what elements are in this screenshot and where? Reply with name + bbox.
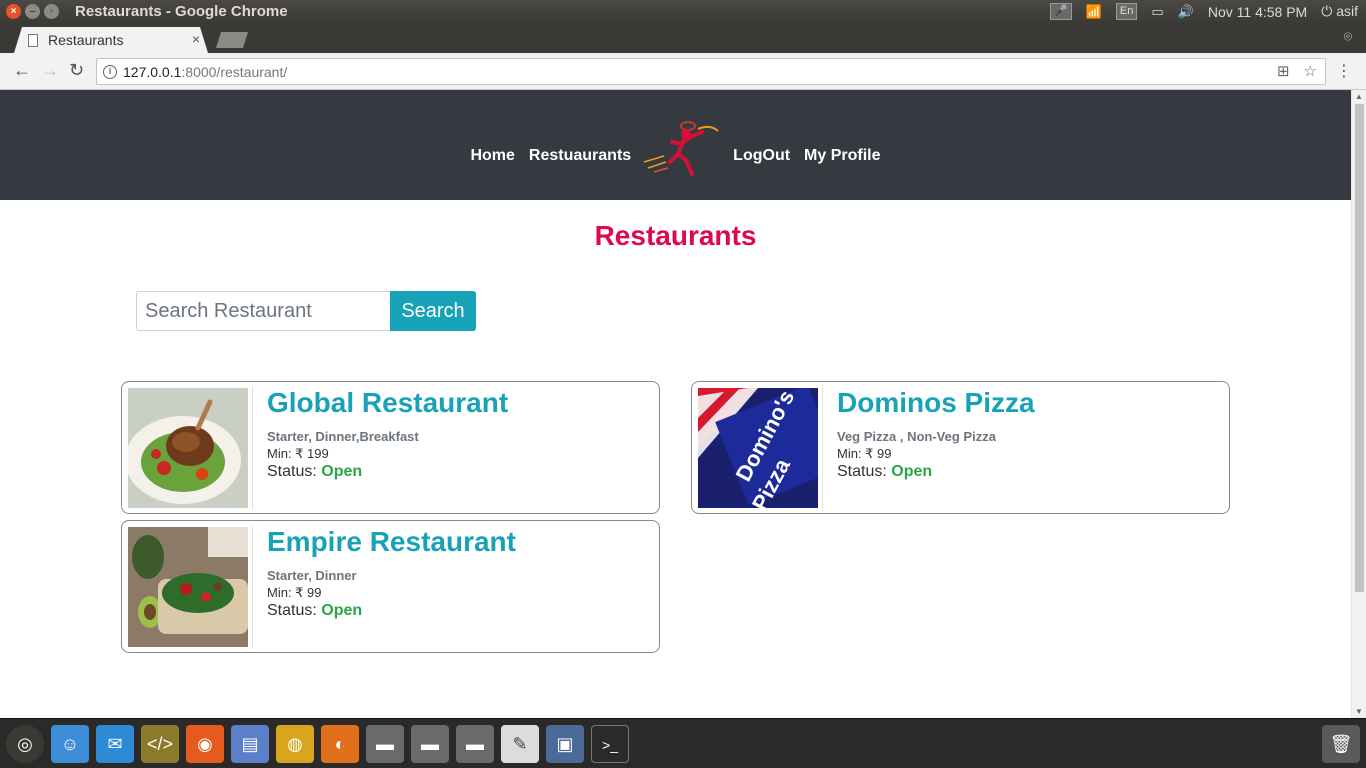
card-divider <box>252 525 253 649</box>
card-divider <box>822 386 823 510</box>
power-icon: ⏻ <box>1321 3 1333 19</box>
code-editor-icon[interactable]: </> <box>141 725 179 763</box>
software-center-icon[interactable]: ◉ <box>186 725 224 763</box>
restaurant-card[interactable]: Domino's Pizza Dominos Pizza Veg Pizza ,… <box>691 381 1230 514</box>
drive-icon[interactable]: ▬ <box>366 725 404 763</box>
restaurant-card[interactable]: Empire Restaurant Starter, Dinner Min: ₹… <box>121 520 660 653</box>
restaurant-categories: Veg Pizza , Non-Veg Pizza <box>837 429 996 444</box>
back-icon[interactable]: ← <box>13 60 31 81</box>
reload-icon[interactable]: ↻ <box>69 60 84 81</box>
tab-close-icon[interactable]: × <box>192 31 200 47</box>
search-input[interactable] <box>136 291 390 331</box>
restaurant-name[interactable]: Global Restaurant <box>267 386 508 420</box>
page-viewport: Home Restuaurants LogOut My Profile Rest… <box>0 90 1366 718</box>
status-label: Status: <box>267 463 317 480</box>
window-title: Restaurants - Google Chrome <box>75 3 288 20</box>
status-label: Status: <box>837 463 887 480</box>
site-header: Home Restuaurants LogOut My Profile <box>0 90 1351 200</box>
status-badge: Open <box>891 463 933 480</box>
window-maximize-button[interactable]: ▫ <box>44 4 59 19</box>
restaurant-info: Global Restaurant Starter, Dinner,Breakf… <box>267 386 508 481</box>
incognito-icon: ⌾ <box>1343 28 1352 44</box>
screenshot-icon[interactable]: ▣ <box>546 725 584 763</box>
browser-toolbar: ← → ↻ i 127.0.0.1:8000/restaurant/ ⊞ ☆ ⋮ <box>0 53 1366 90</box>
battery-icon[interactable]: ▭ <box>1151 4 1163 20</box>
tab-restaurants[interactable]: Restaurants × <box>14 27 208 53</box>
text-editor-icon[interactable]: ✎ <box>501 725 539 763</box>
microphone-icon[interactable]: 🎤 <box>1050 3 1072 20</box>
scroll-up-icon[interactable]: ▲ <box>1355 92 1363 101</box>
window-minimize-button[interactable]: – <box>25 4 40 19</box>
keyboard-layout[interactable]: En <box>1115 3 1138 20</box>
window-close-button[interactable]: × <box>6 4 21 19</box>
restaurant-min-order: Min: ₹ 99 <box>837 446 892 461</box>
search-form: Search <box>136 291 476 331</box>
firefox-icon[interactable]: ◐ <box>321 725 359 763</box>
scrollbar-thumb[interactable] <box>1355 104 1364 592</box>
scroll-down-icon[interactable]: ▼ <box>1355 707 1363 716</box>
nav-home-link[interactable]: Home <box>470 147 514 165</box>
chrome-menu-icon[interactable]: ⋮ <box>1336 61 1352 81</box>
restaurant-name[interactable]: Empire Restaurant <box>267 525 516 559</box>
volume-icon[interactable]: 🔊 <box>1178 4 1194 20</box>
trash-icon[interactable]: 🗑 <box>1322 725 1360 763</box>
restaurant-name[interactable]: Dominos Pizza <box>837 386 1035 420</box>
status-badge: Open <box>321 463 363 480</box>
new-tab-button[interactable] <box>216 32 248 48</box>
nav-restaurants-link[interactable]: Restuaurants <box>529 147 631 165</box>
bookmark-star-icon[interactable]: ☆ <box>1304 62 1317 80</box>
restaurant-image[interactable] <box>128 388 248 508</box>
clock[interactable]: Nov 11 4:58 PM <box>1208 4 1307 20</box>
omnibox-actions: ⊞ ☆ <box>1277 62 1317 80</box>
address-bar[interactable]: i 127.0.0.1:8000/restaurant/ ⊞ ☆ <box>96 58 1326 85</box>
finder-icon[interactable]: ☺ <box>51 725 89 763</box>
delivery-runner-logo-icon[interactable] <box>642 114 722 178</box>
url-path: :8000/restaurant/ <box>181 63 288 80</box>
status-badge: Open <box>321 602 363 619</box>
window-controls: × – ▫ <box>6 4 59 19</box>
translate-icon[interactable]: ⊞ <box>1277 62 1290 80</box>
drive-icon[interactable]: ▬ <box>411 725 449 763</box>
restaurant-categories: Starter, Dinner,Breakfast <box>267 429 419 444</box>
system-indicators: 🎤 📶 En ▭ 🔊 Nov 11 4:58 PM ⏻ asif <box>1050 3 1358 20</box>
user-name: asif <box>1336 3 1358 19</box>
restaurant-info: Dominos Pizza Veg Pizza , Non-Veg Pizza … <box>837 386 1035 481</box>
restaurant-card[interactable]: Global Restaurant Starter, Dinner,Breakf… <box>121 381 660 514</box>
tab-strip: Restaurants × ⌾ <box>0 24 1366 53</box>
mail-icon[interactable]: ✉ <box>96 725 134 763</box>
drive-icon[interactable]: ▬ <box>456 725 494 763</box>
restaurant-image[interactable] <box>128 527 248 647</box>
restaurant-image[interactable]: Domino's Pizza <box>698 388 818 508</box>
restaurant-info: Empire Restaurant Starter, Dinner Min: ₹… <box>267 525 516 620</box>
chrome-icon[interactable]: ◍ <box>276 725 314 763</box>
page-title: Restaurants <box>594 220 757 251</box>
nav-logout-link[interactable]: LogOut <box>733 147 790 165</box>
terminal-icon[interactable]: >_ <box>591 725 629 763</box>
wifi-icon[interactable]: 📶 <box>1086 4 1102 20</box>
search-button[interactable]: Search <box>390 291 476 331</box>
vertical-scrollbar[interactable]: ▲ ▼ <box>1351 90 1366 718</box>
restaurant-min-order: Min: ₹ 99 <box>267 585 322 600</box>
nav-profile-link[interactable]: My Profile <box>804 147 880 165</box>
tab-title: Restaurants <box>48 32 124 48</box>
ubuntu-icon[interactable]: ◎ <box>6 725 44 763</box>
page-icon <box>28 33 38 47</box>
info-icon[interactable]: i <box>103 64 117 79</box>
restaurant-status: Status: Open <box>837 463 1035 481</box>
restaurant-status: Status: Open <box>267 463 508 481</box>
window-titlebar: × – ▫ Restaurants - Google Chrome 🎤 📶 En… <box>0 0 1366 24</box>
status-label: Status: <box>267 602 317 619</box>
restaurant-min-order: Min: ₹ 199 <box>267 446 329 461</box>
main-nav: Home Restuaurants LogOut My Profile <box>0 121 1351 178</box>
restaurant-categories: Starter, Dinner <box>267 568 357 583</box>
restaurant-status: Status: Open <box>267 602 516 620</box>
user-menu[interactable]: ⏻ asif <box>1321 3 1358 20</box>
files-icon[interactable]: ▤ <box>231 725 269 763</box>
card-divider <box>252 386 253 510</box>
launcher-dock: ◎ ☺ ✉ </> ◉ ▤ ◍ ◐ ▬ ▬ ▬ ✎ ▣ >_ 🗑 <box>0 718 1366 768</box>
forward-icon[interactable]: → <box>41 60 59 81</box>
url-host: 127.0.0.1 <box>123 63 182 80</box>
